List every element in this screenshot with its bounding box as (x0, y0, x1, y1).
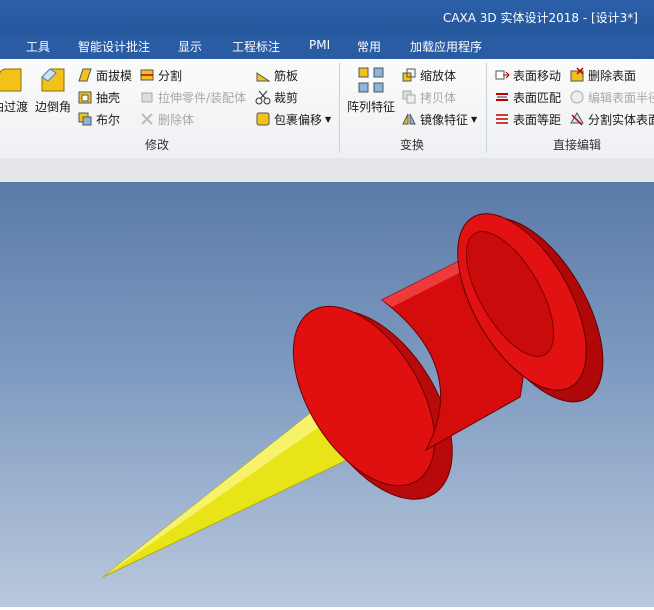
offset-face-label: 表面等距 (513, 112, 562, 127)
chamfer-icon (41, 68, 65, 92)
move-face-icon (494, 67, 510, 83)
split-solid-face-button[interactable]: 分割实体表面 (569, 109, 654, 129)
rib-label: 筋板 (274, 68, 299, 83)
fillet-button[interactable]: 曲过渡 (0, 65, 32, 115)
wrap-offset-dropdown-icon[interactable]: ▼ (325, 115, 331, 124)
delete-face-label: 删除表面 (588, 68, 637, 83)
copy-body-icon (401, 89, 417, 105)
wrap-offset-icon (255, 111, 271, 127)
extrude-icon (139, 89, 155, 105)
shell-label: 抽壳 (96, 90, 121, 105)
mirror-dropdown-icon[interactable]: ▼ (471, 115, 477, 124)
delete-body-button[interactable]: 删除体 (139, 109, 194, 129)
boolean-button[interactable]: 布尔 (77, 109, 120, 129)
chamfer-label: 边倒角 (34, 100, 71, 114)
match-face-button[interactable]: 表面匹配 (494, 87, 561, 107)
menu-pmi[interactable]: PMI (309, 38, 330, 52)
face-draft-button[interactable]: 面拔模 (77, 65, 132, 85)
delete-body-icon (139, 111, 155, 127)
shell-button[interactable]: 抽壳 (77, 87, 120, 107)
pattern-feature-label: 阵列特征 (346, 100, 395, 114)
mirror-feature-button[interactable]: 镜像特征 ▼ (401, 109, 477, 129)
title-bar: CAXA 3D 实体设计2018 - [设计3*] (0, 0, 654, 33)
rib-button[interactable]: 筋板 (255, 65, 298, 85)
move-face-button[interactable]: 表面移动 (494, 65, 561, 85)
offset-face-icon (494, 111, 510, 127)
3d-model[interactable] (0, 182, 654, 607)
face-draft-label: 面拔模 (96, 68, 133, 83)
mirror-icon (401, 111, 417, 127)
menu-tools[interactable]: 工具 (26, 38, 50, 55)
transform-group-label: 变换 (400, 138, 425, 152)
direct-edit-group-label: 直接编辑 (553, 138, 602, 152)
menu-common[interactable]: 常用 (357, 38, 381, 55)
copy-body-button[interactable]: 拷贝体 (401, 87, 456, 107)
chamfer-button[interactable]: 边倒角 (33, 65, 73, 115)
match-face-label: 表面匹配 (513, 90, 562, 105)
edit-radius-icon (569, 89, 585, 105)
edit-face-radius-label: 编辑表面半径 (588, 90, 654, 105)
extrude-part-assembly-button[interactable]: 拉伸零件/装配体 (139, 87, 246, 107)
scissors-icon (255, 89, 271, 105)
wrap-offset-label: 包裹偏移 (274, 112, 323, 127)
menu-engineering-annotation[interactable]: 工程标注 (232, 38, 280, 55)
delete-face-icon (569, 67, 585, 83)
menu-bar: 工具 智能设计批注 显示 工程标注 PMI 常用 加载应用程序 (0, 33, 654, 59)
group-separator (486, 63, 487, 153)
boolean-icon (77, 111, 93, 127)
split-label: 分割 (158, 68, 183, 83)
offset-face-button[interactable]: 表面等距 (494, 109, 561, 129)
wrap-offset-button[interactable]: 包裹偏移 ▼ (255, 109, 331, 129)
copy-body-label: 拷贝体 (420, 90, 457, 105)
split-button[interactable]: 分割 (139, 65, 182, 85)
window-title: CAXA 3D 实体设计2018 - [设计3*] (442, 11, 638, 25)
rib-icon (255, 67, 271, 83)
delete-face-button[interactable]: 删除表面 (569, 65, 636, 85)
mirror-feature-label: 镜像特征 (420, 112, 469, 127)
face-draft-icon (77, 67, 93, 83)
split-solid-face-label: 分割实体表面 (588, 112, 654, 127)
menu-smart-design-annotation[interactable]: 智能设计批注 (78, 38, 150, 55)
pattern-icon (358, 67, 384, 93)
fillet-icon (0, 68, 22, 92)
menu-load-apps[interactable]: 加载应用程序 (410, 38, 482, 55)
ribbon: 曲过渡 边倒角 面拔模 抽壳 布尔 分割 拉伸零件/装配体 删除体 筋板 (0, 59, 654, 159)
ribbon-bottom-strip (0, 158, 654, 183)
scale-body-button[interactable]: 缩放体 (401, 65, 456, 85)
boolean-label: 布尔 (96, 112, 121, 127)
move-face-label: 表面移动 (513, 68, 562, 83)
match-face-icon (494, 89, 510, 105)
group-separator (339, 63, 340, 153)
scale-icon (401, 67, 417, 83)
pattern-feature-button[interactable]: 阵列特征 (345, 65, 397, 115)
extrude-part-assembly-label: 拉伸零件/装配体 (158, 90, 247, 105)
modify-group-label: 修改 (145, 138, 170, 152)
trim-label: 裁剪 (274, 90, 299, 105)
3d-viewport[interactable] (0, 182, 654, 607)
edit-face-radius-button[interactable]: 编辑表面半径 (569, 87, 654, 107)
trim-button[interactable]: 裁剪 (255, 87, 298, 107)
delete-body-label: 删除体 (158, 112, 195, 127)
scale-body-label: 缩放体 (420, 68, 457, 83)
menu-display[interactable]: 显示 (178, 38, 202, 55)
split-face-icon (569, 111, 585, 127)
shell-icon (77, 89, 93, 105)
fillet-label: 曲过渡 (0, 100, 28, 114)
split-icon (139, 67, 155, 83)
